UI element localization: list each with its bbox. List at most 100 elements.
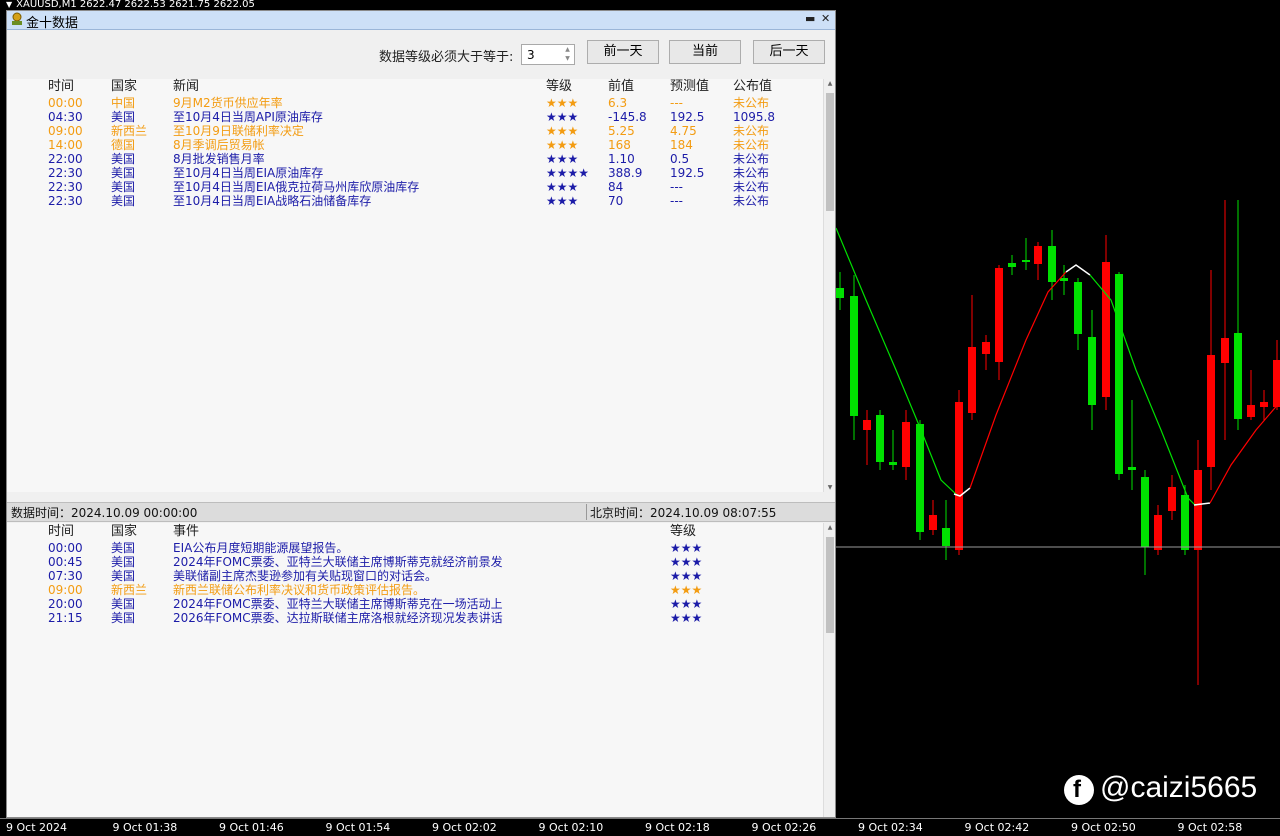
cell-level: ★★★★ bbox=[546, 166, 590, 180]
cell-actual: 1095.8 bbox=[733, 110, 775, 124]
cell-forecast: 192.5 bbox=[670, 110, 705, 124]
cell-actual: 未公布 bbox=[733, 166, 770, 180]
cell-time: 07:30 bbox=[48, 569, 83, 583]
status-divider bbox=[586, 504, 587, 520]
level-stepper[interactable]: ▲▼ bbox=[521, 44, 575, 65]
table-row[interactable]: 22:00 美国 8月批发销售月率 ★★★ 1.10 0.5 未公布 bbox=[7, 152, 823, 166]
header-country: 国家 bbox=[111, 524, 138, 539]
facebook-icon: f bbox=[1064, 775, 1094, 805]
list-item[interactable]: 00:00 美国 EIA公布月度短期能源展望报告。 ★★★ bbox=[7, 541, 823, 555]
cell-level: ★★★ bbox=[670, 611, 703, 625]
table-row[interactable]: 22:30 美国 至10月4日当周EIA俄克拉荷马州库欣原油库存 ★★★ 84 --- 未公… bbox=[7, 180, 823, 194]
beijing-time-text: 北京时间：2024.10.09 08:07:55 bbox=[590, 506, 777, 520]
header-country: 国家 bbox=[111, 79, 138, 94]
events-list: 时间 国家 事件 等级 00:00 美国 EIA公布月度短期能源展望报告。 ★★★ 00… bbox=[7, 523, 823, 817]
cell-news: 8月季调后贸易帐 bbox=[173, 138, 265, 152]
cell-previous: 168 bbox=[608, 138, 631, 152]
time-axis-label: 9 Oct 02:02 bbox=[432, 821, 497, 834]
table-row[interactable]: 00:00 中国 9月M2货币供应年率 ★★★ 6.3 --- 未公布 bbox=[7, 96, 823, 110]
events-list-scrollbar[interactable]: ▲ bbox=[823, 523, 835, 817]
cell-news: 至10月9日联储利率决定 bbox=[173, 124, 304, 138]
cell-time: 00:00 bbox=[48, 541, 83, 555]
close-icon[interactable]: ✕ bbox=[821, 12, 830, 25]
header-previous: 前值 bbox=[608, 79, 635, 94]
time-axis-label: 9 Oct 02:10 bbox=[538, 821, 604, 834]
header-level: 等级 bbox=[670, 524, 697, 539]
scroll-down-icon[interactable]: ▼ bbox=[824, 484, 835, 491]
current-button[interactable]: 当前 bbox=[669, 40, 741, 64]
time-axis-label: 9 Oct 02:50 bbox=[1071, 821, 1136, 834]
table-row[interactable]: 04:30 美国 至10月4日当周API原油库存 ★★★ -145.8 192.5 1095… bbox=[7, 110, 823, 124]
cell-level: ★★★ bbox=[546, 152, 579, 166]
cell-level: ★★★ bbox=[670, 541, 703, 555]
cell-forecast: 4.75 bbox=[670, 124, 697, 138]
dropdown-arrow-icon[interactable]: ▼ bbox=[6, 0, 12, 10]
cell-time: 00:45 bbox=[48, 555, 83, 569]
cell-level: ★★★ bbox=[670, 583, 703, 597]
scroll-up-icon[interactable]: ▲ bbox=[824, 80, 835, 87]
time-axis: 9 Oct 2024 9 Oct 01:38 9 Oct 01:46 9 Oct 01… bbox=[0, 818, 1280, 836]
cell-country: 美国 bbox=[111, 611, 136, 625]
cell-country: 新西兰 bbox=[111, 124, 148, 138]
price-chart[interactable] bbox=[836, 10, 1280, 818]
cell-level: ★★★ bbox=[670, 555, 703, 569]
spin-arrows-icon[interactable]: ▲ ▼ bbox=[561, 45, 574, 64]
list-item[interactable]: 07:30 美国 美联储副主席杰斐逊参加有关贴现窗口的对话会。 ★★★ bbox=[7, 569, 823, 583]
panel-title: 金十数据 bbox=[26, 16, 79, 31]
cell-country: 美国 bbox=[111, 194, 136, 208]
time-axis-label: 9 Oct 02:42 bbox=[964, 821, 1030, 834]
header-forecast: 预测值 bbox=[670, 79, 710, 94]
scroll-thumb[interactable] bbox=[826, 93, 834, 211]
cell-level: ★★★ bbox=[670, 569, 703, 583]
cell-time: 09:00 bbox=[48, 583, 83, 597]
header-news: 新闻 bbox=[173, 79, 200, 94]
list-item[interactable]: 09:00 新西兰 新西兰联储公布利率决议和货币政策评估报告。 ★★★ bbox=[7, 583, 823, 597]
scroll-thumb[interactable] bbox=[826, 537, 834, 633]
data-time-text: 数据时间：2024.10.09 00:00:00 bbox=[11, 506, 198, 520]
cell-news: 8月批发销售月率 bbox=[173, 152, 265, 166]
cell-time: 22:30 bbox=[48, 166, 83, 180]
table-row[interactable]: 22:30 美国 至10月4日当周EIA原油库存 ★★★★ 388.9 192.5 未公布 bbox=[7, 166, 823, 180]
level-filter-label: 数据等级必须大于等于: bbox=[379, 50, 514, 65]
cell-news: 至10月4日当周EIA战略石油储备库存 bbox=[173, 194, 372, 208]
scroll-up-icon[interactable]: ▲ bbox=[824, 524, 835, 531]
next-day-button[interactable]: 后一天 bbox=[753, 40, 825, 64]
time-axis-label: 9 Oct 01:38 bbox=[112, 821, 178, 834]
cell-level: ★★★ bbox=[546, 96, 579, 110]
time-axis-label: 9 Oct 2024 bbox=[6, 821, 68, 834]
list-item[interactable]: 21:15 美国 2026年FOMC票委、达拉斯联储主席洛根就经济现况发表讲话 ★★★ bbox=[7, 611, 823, 625]
moving-average-down-line-2 bbox=[1209, 401, 1280, 504]
time-axis-label: 9 Oct 02:18 bbox=[645, 821, 710, 834]
cell-actual: 未公布 bbox=[733, 124, 770, 138]
panel-titlebar[interactable]: 金十数据 ▬ ✕ bbox=[7, 11, 835, 31]
app-icon bbox=[12, 12, 22, 25]
cell-country: 美国 bbox=[111, 180, 136, 194]
cell-country: 中国 bbox=[111, 96, 136, 110]
cell-country: 德国 bbox=[111, 138, 136, 152]
table-row[interactable]: 09:00 新西兰 至10月9日联储利率决定 ★★★ 5.25 4.75 未公布 bbox=[7, 124, 823, 138]
cell-level: ★★★ bbox=[546, 124, 579, 138]
time-axis-label: 9 Oct 02:34 bbox=[858, 821, 923, 834]
list-item[interactable]: 20:00 美国 2024年FOMC票委、亚特兰大联储主席博斯蒂克在一场活动上 ★★★ bbox=[7, 597, 823, 611]
cell-event: 美联储副主席杰斐逊参加有关贴现窗口的对话会。 bbox=[173, 569, 438, 583]
cell-level: ★★★ bbox=[546, 180, 579, 194]
data-table-header: 时间 国家 新闻 等级 前值 预测值 公布值 bbox=[7, 80, 823, 94]
level-input[interactable] bbox=[522, 45, 565, 64]
header-actual: 公布值 bbox=[733, 79, 773, 94]
cell-previous: 388.9 bbox=[608, 166, 643, 180]
jin10-data-panel: 金十数据 ▬ ✕ 数据等级必须大于等于: ▲▼ 前一天 当前 后一天 时间 国家… bbox=[6, 10, 836, 818]
table-row[interactable]: 22:30 美国 至10月4日当周EIA战略石油储备库存 ★★★ 70 --- 未公布 bbox=[7, 194, 823, 208]
data-list-scrollbar[interactable]: ▲ ▼ bbox=[823, 79, 835, 492]
list-item[interactable]: 00:45 美国 2024年FOMC票委、亚特兰大联储主席博斯蒂克就经济前景发 ★★★ bbox=[7, 555, 823, 569]
cell-level: ★★★ bbox=[546, 110, 579, 124]
cell-level: ★★★ bbox=[546, 194, 579, 208]
cell-event: 2024年FOMC票委、亚特兰大联储主席博斯蒂克在一场活动上 bbox=[173, 597, 503, 611]
prev-day-button[interactable]: 前一天 bbox=[587, 40, 659, 64]
minimize-icon[interactable]: ▬ bbox=[805, 12, 815, 25]
cell-previous: 5.25 bbox=[608, 124, 635, 138]
cell-time: 00:00 bbox=[48, 96, 83, 110]
table-row[interactable]: 14:00 德国 8月季调后贸易帐 ★★★ 168 184 未公布 bbox=[7, 138, 823, 152]
chart-header-bar: ▼ XAUUSD,M1 2622.47 2622.53 2621.75 2622.… bbox=[0, 0, 1280, 10]
moving-average-down-line bbox=[969, 271, 1067, 489]
economic-data-list: 时间 国家 新闻 等级 前值 预测值 公布值 00:00 中国 9月M2货币供应年率… bbox=[7, 79, 823, 492]
